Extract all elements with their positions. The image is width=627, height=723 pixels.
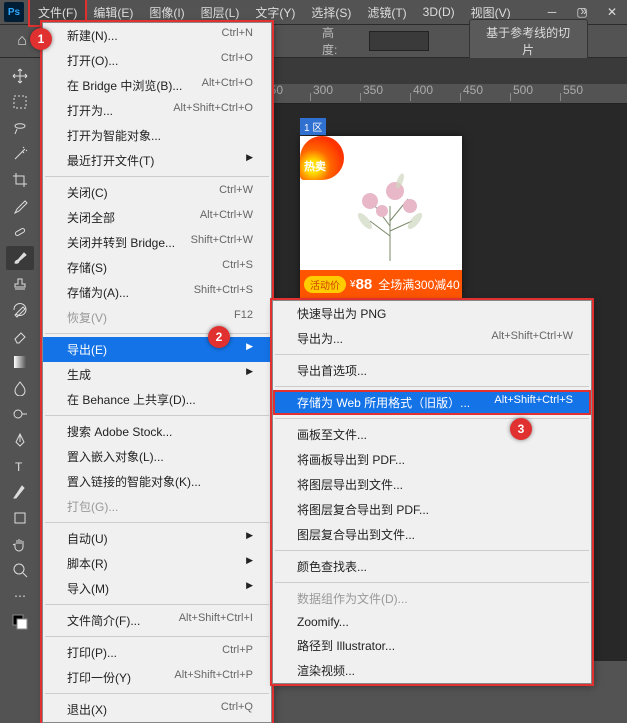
file-menu-item[interactable]: 打开为智能对象... bbox=[43, 123, 271, 148]
edit-toolbar-icon[interactable]: ⋯ bbox=[6, 584, 34, 608]
file-menu-item[interactable]: 自动(U)▶ bbox=[43, 526, 271, 551]
height-label: 高度: bbox=[322, 24, 349, 58]
svg-text:T: T bbox=[15, 460, 23, 474]
export-menu-item[interactable]: 导出为...Alt+Shift+Ctrl+W bbox=[273, 326, 591, 351]
height-input[interactable] bbox=[369, 31, 429, 51]
eraser-tool-icon[interactable] bbox=[6, 324, 34, 348]
hot-sale-badge: 热卖 bbox=[300, 136, 344, 180]
export-menu-item[interactable]: 存储为 Web 所用格式（旧版）...Alt+Shift+Ctrl+S bbox=[273, 390, 591, 415]
export-menu-item[interactable]: 快速导出为 PNG bbox=[273, 301, 591, 326]
export-menu-item[interactable]: 将图层导出到文件... bbox=[273, 472, 591, 497]
file-menu-item[interactable]: 打开为...Alt+Shift+Ctrl+O bbox=[43, 98, 271, 123]
artboard[interactable]: 1 区 热卖 活动价 ¥88 全场满300减40 bbox=[300, 136, 462, 298]
history-brush-tool-icon[interactable] bbox=[6, 298, 34, 322]
shape-tool-icon[interactable] bbox=[6, 506, 34, 530]
export-menu-item[interactable]: 导出首选项... bbox=[273, 358, 591, 383]
menu-3d[interactable]: 3D(D) bbox=[415, 1, 463, 23]
file-menu-item[interactable]: 置入链接的智能对象(K)... bbox=[43, 469, 271, 494]
export-menu-item[interactable]: 数据组作为文件(D)... bbox=[273, 586, 591, 611]
app-logo: Ps bbox=[4, 2, 24, 22]
file-menu-item[interactable]: 新建(N)...Ctrl+N bbox=[43, 23, 271, 48]
crop-tool-icon[interactable] bbox=[6, 168, 34, 192]
gradient-tool-icon[interactable] bbox=[6, 350, 34, 374]
file-menu-item[interactable]: 退出(X)Ctrl+Q bbox=[43, 697, 271, 722]
dodge-tool-icon[interactable] bbox=[6, 402, 34, 426]
type-tool-icon[interactable]: T bbox=[6, 454, 34, 478]
menu-filter[interactable]: 滤镜(T) bbox=[359, 0, 414, 25]
menu-select[interactable]: 选择(S) bbox=[303, 0, 359, 25]
artboard-label: 1 区 bbox=[300, 118, 326, 135]
file-menu-item[interactable]: 关闭(C)Ctrl+W bbox=[43, 180, 271, 205]
tools-panel: T ⋯ bbox=[0, 58, 40, 661]
file-menu-item[interactable]: 置入嵌入对象(L)... bbox=[43, 444, 271, 469]
export-menu-item[interactable]: 路径到 Illustrator... bbox=[273, 633, 591, 658]
file-menu-dropdown: 新建(N)...Ctrl+N打开(O)...Ctrl+O在 Bridge 中浏览… bbox=[42, 22, 272, 723]
file-menu-item[interactable]: 打印(P)...Ctrl+P bbox=[43, 640, 271, 665]
callout-2: 2 bbox=[208, 326, 230, 348]
file-menu-item[interactable]: 在 Behance 上共享(D)... bbox=[43, 387, 271, 412]
export-submenu-dropdown: 快速导出为 PNG导出为...Alt+Shift+Ctrl+W 导出首选项... 存… bbox=[272, 300, 592, 684]
export-menu-item[interactable]: 渲染视频... bbox=[273, 658, 591, 683]
promo-bar: 活动价 ¥88 全场满300减40 bbox=[300, 270, 462, 298]
path-tool-icon[interactable] bbox=[6, 480, 34, 504]
export-menu-item[interactable]: Zoomify... bbox=[273, 611, 591, 633]
file-menu-item[interactable]: 打开(O)...Ctrl+O bbox=[43, 48, 271, 73]
callout-1: 1 bbox=[30, 28, 52, 50]
wand-tool-icon[interactable] bbox=[6, 142, 34, 166]
file-menu-item[interactable]: 生成▶ bbox=[43, 362, 271, 387]
zoom-tool-icon[interactable] bbox=[6, 558, 34, 582]
menu-file[interactable]: 文件(F) bbox=[30, 0, 85, 25]
file-menu-item[interactable]: 在 Bridge 中浏览(B)...Alt+Ctrl+O bbox=[43, 73, 271, 98]
file-menu-item[interactable]: 打包(G)... bbox=[43, 494, 271, 519]
marquee-tool-icon[interactable] bbox=[6, 90, 34, 114]
file-menu-item[interactable]: 搜索 Adobe Stock... bbox=[43, 419, 271, 444]
file-menu-item[interactable]: 关闭并转到 Bridge...Shift+Ctrl+W bbox=[43, 230, 271, 255]
minimize-button[interactable]: ─ bbox=[537, 0, 567, 24]
file-menu-item[interactable]: 恢复(V)F12 bbox=[43, 305, 271, 330]
slice-button[interactable]: 基于参考线的切片 bbox=[469, 19, 588, 63]
export-menu-item[interactable]: 将画板导出到 PDF... bbox=[273, 447, 591, 472]
brush-tool-icon[interactable] bbox=[6, 246, 34, 270]
file-menu-item[interactable]: 存储为(A)...Shift+Ctrl+S bbox=[43, 280, 271, 305]
heal-tool-icon[interactable] bbox=[6, 220, 34, 244]
promo-text: 全场满300减40 bbox=[378, 276, 459, 293]
menu-type[interactable]: 文字(Y) bbox=[247, 0, 303, 25]
blur-tool-icon[interactable] bbox=[6, 376, 34, 400]
eyedropper-tool-icon[interactable] bbox=[6, 194, 34, 218]
file-menu-item[interactable]: 最近打开文件(T)▶ bbox=[43, 148, 271, 173]
pen-tool-icon[interactable] bbox=[6, 428, 34, 452]
stamp-tool-icon[interactable] bbox=[6, 272, 34, 296]
close-button[interactable]: ✕ bbox=[597, 0, 627, 24]
export-menu-item[interactable]: 图层复合导出到文件... bbox=[273, 522, 591, 547]
file-menu-item[interactable]: 关闭全部Alt+Ctrl+W bbox=[43, 205, 271, 230]
lasso-tool-icon[interactable] bbox=[6, 116, 34, 140]
export-menu-item[interactable]: 颜色查找表... bbox=[273, 554, 591, 579]
export-menu-item[interactable]: 将图层复合导出到 PDF... bbox=[273, 497, 591, 522]
menu-layer[interactable]: 图层(L) bbox=[193, 0, 248, 25]
hand-tool-icon[interactable] bbox=[6, 532, 34, 556]
callout-3: 3 bbox=[510, 418, 532, 440]
export-menu-item[interactable]: 画板至文件... bbox=[273, 422, 591, 447]
maximize-button[interactable]: ▢ bbox=[567, 0, 597, 24]
promo-tag: 活动价 bbox=[304, 276, 346, 293]
menu-edit[interactable]: 编辑(E) bbox=[85, 0, 141, 25]
file-menu-item[interactable]: 文件简介(F)...Alt+Shift+Ctrl+I bbox=[43, 608, 271, 633]
move-tool-icon[interactable] bbox=[6, 64, 34, 88]
menu-image[interactable]: 图像(I) bbox=[141, 0, 192, 25]
promo-price: 88 bbox=[356, 276, 373, 293]
home-icon[interactable]: ⌂ bbox=[12, 31, 32, 51]
product-image bbox=[340, 166, 440, 266]
color-swatch-icon[interactable] bbox=[6, 610, 34, 634]
file-menu-item[interactable]: 存储(S)Ctrl+S bbox=[43, 255, 271, 280]
file-menu-item[interactable]: 打印一份(Y)Alt+Shift+Ctrl+P bbox=[43, 665, 271, 690]
file-menu-item[interactable]: 导入(M)▶ bbox=[43, 576, 271, 601]
file-menu-item[interactable]: 脚本(R)▶ bbox=[43, 551, 271, 576]
file-menu-item[interactable]: 导出(E)▶ bbox=[43, 337, 271, 362]
